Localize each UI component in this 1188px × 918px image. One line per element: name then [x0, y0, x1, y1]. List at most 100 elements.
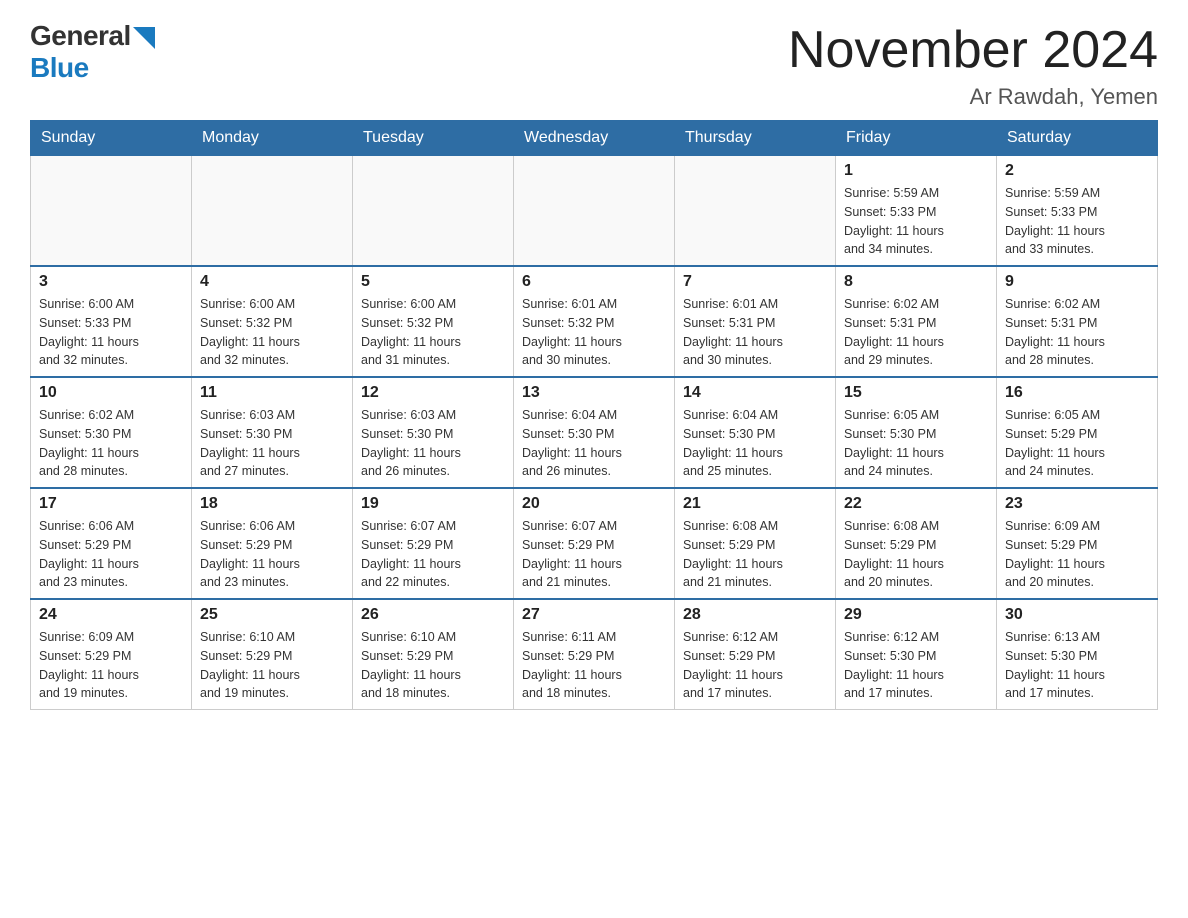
day-number: 2: [1005, 162, 1149, 180]
calendar-cell: 25Sunrise: 6:10 AMSunset: 5:29 PMDayligh…: [192, 599, 353, 710]
day-number: 4: [200, 273, 344, 291]
day-info: Sunrise: 6:00 AMSunset: 5:33 PMDaylight:…: [39, 295, 183, 370]
logo-general-text: General: [30, 20, 131, 52]
calendar-cell: 24 Sunrise: 6:09 AMSunset: 5:29 PMDayligh…: [31, 599, 192, 710]
calendar-header-thursday: Thursday: [675, 121, 836, 156]
day-number: 8: [844, 273, 988, 291]
day-number: 14: [683, 384, 827, 402]
day-info: Sunrise: 6:01 AMSunset: 5:31 PMDaylight:…: [683, 295, 827, 370]
calendar-header-row: SundayMondayTuesdayWednesdayThursdayFrid…: [31, 121, 1158, 156]
calendar-cell: 26Sunrise: 6:10 AMSunset: 5:29 PMDayligh…: [353, 599, 514, 710]
day-info: Sunrise: 6:07 AMSunset: 5:29 PMDaylight:…: [361, 517, 505, 592]
calendar-week-row: 24 Sunrise: 6:09 AMSunset: 5:29 PMDayligh…: [31, 599, 1158, 710]
day-info: Sunrise: 6:12 AMSunset: 5:29 PMDaylight:…: [683, 628, 827, 703]
calendar-header-friday: Friday: [836, 121, 997, 156]
calendar-cell: 2 Sunrise: 5:59 AMSunset: 5:33 PMDaylight…: [997, 156, 1158, 267]
day-info: Sunrise: 6:13 AMSunset: 5:30 PMDaylight:…: [1005, 628, 1149, 703]
calendar-week-row: 17 Sunrise: 6:06 AMSunset: 5:29 PMDayligh…: [31, 488, 1158, 599]
day-info: Sunrise: 6:06 AMSunset: 5:29 PMDaylight:…: [200, 517, 344, 592]
calendar-cell: 22 Sunrise: 6:08 AMSunset: 5:29 PMDayligh…: [836, 488, 997, 599]
day-number: 1: [844, 162, 988, 180]
calendar-cell: 16 Sunrise: 6:05 AMSunset: 5:29 PMDayligh…: [997, 377, 1158, 488]
calendar-week-row: 1 Sunrise: 5:59 AMSunset: 5:33 PMDaylight…: [31, 156, 1158, 267]
day-number: 17: [39, 495, 183, 513]
day-info: Sunrise: 6:08 AMSunset: 5:29 PMDaylight:…: [844, 517, 988, 592]
day-info: Sunrise: 6:03 AMSunset: 5:30 PMDaylight:…: [361, 406, 505, 481]
calendar-week-row: 10 Sunrise: 6:02 AMSunset: 5:30 PMDayligh…: [31, 377, 1158, 488]
month-title: November 2024: [788, 20, 1158, 80]
day-info: Sunrise: 6:00 AMSunset: 5:32 PMDaylight:…: [361, 295, 505, 370]
day-number: 25: [200, 606, 344, 624]
day-info: Sunrise: 6:05 AMSunset: 5:29 PMDaylight:…: [1005, 406, 1149, 481]
day-info: Sunrise: 6:03 AMSunset: 5:30 PMDaylight:…: [200, 406, 344, 481]
day-info: Sunrise: 6:09 AMSunset: 5:29 PMDaylight:…: [39, 628, 183, 703]
calendar-cell: 13 Sunrise: 6:04 AMSunset: 5:30 PMDayligh…: [514, 377, 675, 488]
day-number: 3: [39, 273, 183, 291]
day-number: 23: [1005, 495, 1149, 513]
day-info: Sunrise: 6:02 AMSunset: 5:31 PMDaylight:…: [844, 295, 988, 370]
day-number: 12: [361, 384, 505, 402]
calendar-cell: 8 Sunrise: 6:02 AMSunset: 5:31 PMDaylight…: [836, 266, 997, 377]
day-number: 29: [844, 606, 988, 624]
calendar-cell: 20Sunrise: 6:07 AMSunset: 5:29 PMDayligh…: [514, 488, 675, 599]
day-info: Sunrise: 6:04 AMSunset: 5:30 PMDaylight:…: [683, 406, 827, 481]
calendar-cell: 14 Sunrise: 6:04 AMSunset: 5:30 PMDayligh…: [675, 377, 836, 488]
calendar-cell: 29 Sunrise: 6:12 AMSunset: 5:30 PMDayligh…: [836, 599, 997, 710]
calendar-cell: [31, 156, 192, 267]
calendar-cell: 3 Sunrise: 6:00 AMSunset: 5:33 PMDaylight…: [31, 266, 192, 377]
day-number: 15: [844, 384, 988, 402]
calendar-cell: 30 Sunrise: 6:13 AMSunset: 5:30 PMDayligh…: [997, 599, 1158, 710]
day-info: Sunrise: 5:59 AMSunset: 5:33 PMDaylight:…: [1005, 184, 1149, 259]
calendar-cell: [192, 156, 353, 267]
calendar-header-tuesday: Tuesday: [353, 121, 514, 156]
day-info: Sunrise: 6:06 AMSunset: 5:29 PMDaylight:…: [39, 517, 183, 592]
title-area: November 2024 Ar Rawdah, Yemen: [788, 20, 1158, 110]
calendar-cell: 5 Sunrise: 6:00 AMSunset: 5:32 PMDaylight…: [353, 266, 514, 377]
day-number: 27: [522, 606, 666, 624]
day-info: Sunrise: 6:10 AMSunset: 5:29 PMDaylight:…: [361, 628, 505, 703]
calendar-cell: 23Sunrise: 6:09 AMSunset: 5:29 PMDayligh…: [997, 488, 1158, 599]
day-number: 13: [522, 384, 666, 402]
day-info: Sunrise: 6:11 AMSunset: 5:29 PMDaylight:…: [522, 628, 666, 703]
calendar-table: SundayMondayTuesdayWednesdayThursdayFrid…: [30, 120, 1158, 710]
calendar-header-saturday: Saturday: [997, 121, 1158, 156]
calendar-cell: 17 Sunrise: 6:06 AMSunset: 5:29 PMDayligh…: [31, 488, 192, 599]
day-number: 18: [200, 495, 344, 513]
calendar-cell: 11 Sunrise: 6:03 AMSunset: 5:30 PMDayligh…: [192, 377, 353, 488]
calendar-cell: [353, 156, 514, 267]
calendar-cell: 27 Sunrise: 6:11 AMSunset: 5:29 PMDayligh…: [514, 599, 675, 710]
calendar-cell: 12 Sunrise: 6:03 AMSunset: 5:30 PMDayligh…: [353, 377, 514, 488]
calendar-cell: 6 Sunrise: 6:01 AMSunset: 5:32 PMDaylight…: [514, 266, 675, 377]
calendar-header-wednesday: Wednesday: [514, 121, 675, 156]
calendar-cell: [675, 156, 836, 267]
day-info: Sunrise: 6:00 AMSunset: 5:32 PMDaylight:…: [200, 295, 344, 370]
day-number: 16: [1005, 384, 1149, 402]
day-number: 19: [361, 495, 505, 513]
calendar-cell: 15 Sunrise: 6:05 AMSunset: 5:30 PMDayligh…: [836, 377, 997, 488]
day-info: Sunrise: 6:12 AMSunset: 5:30 PMDaylight:…: [844, 628, 988, 703]
logo-blue-text: Blue: [30, 52, 89, 83]
day-number: 30: [1005, 606, 1149, 624]
calendar-cell: 1Sunrise: 5:59 AMSunset: 5:33 PMDaylight…: [836, 156, 997, 267]
day-info: Sunrise: 6:02 AMSunset: 5:30 PMDaylight:…: [39, 406, 183, 481]
day-info: Sunrise: 6:01 AMSunset: 5:32 PMDaylight:…: [522, 295, 666, 370]
day-number: 5: [361, 273, 505, 291]
day-number: 10: [39, 384, 183, 402]
day-number: 6: [522, 273, 666, 291]
calendar-cell: 4 Sunrise: 6:00 AMSunset: 5:32 PMDaylight…: [192, 266, 353, 377]
day-info: Sunrise: 6:04 AMSunset: 5:30 PMDaylight:…: [522, 406, 666, 481]
day-info: Sunrise: 6:08 AMSunset: 5:29 PMDaylight:…: [683, 517, 827, 592]
day-number: 11: [200, 384, 344, 402]
calendar-cell: 19 Sunrise: 6:07 AMSunset: 5:29 PMDayligh…: [353, 488, 514, 599]
calendar-cell: 18 Sunrise: 6:06 AMSunset: 5:29 PMDayligh…: [192, 488, 353, 599]
logo: General Blue: [30, 20, 155, 84]
calendar-cell: 28Sunrise: 6:12 AMSunset: 5:29 PMDayligh…: [675, 599, 836, 710]
calendar-week-row: 3 Sunrise: 6:00 AMSunset: 5:33 PMDaylight…: [31, 266, 1158, 377]
day-number: 22: [844, 495, 988, 513]
calendar-cell: [514, 156, 675, 267]
day-number: 24: [39, 606, 183, 624]
day-info: Sunrise: 6:02 AMSunset: 5:31 PMDaylight:…: [1005, 295, 1149, 370]
day-info: Sunrise: 6:05 AMSunset: 5:30 PMDaylight:…: [844, 406, 988, 481]
calendar-header-monday: Monday: [192, 121, 353, 156]
logo-arrow-icon: [133, 27, 155, 49]
